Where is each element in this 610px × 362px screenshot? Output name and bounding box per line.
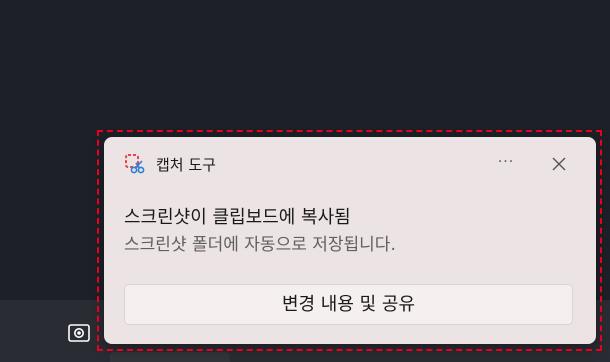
more-options-button[interactable]: ··· [492, 151, 520, 175]
toast-header: 캡처 도구 [124, 153, 216, 175]
edit-and-share-button[interactable]: 변경 내용 및 공유 [124, 284, 573, 325]
app-name: 캡처 도구 [156, 155, 216, 174]
notification-toast: 캡처 도구 ··· 스크린샷이 클립보드에 복사됨 스크린샷 폴더에 자동으로 … [104, 137, 596, 344]
toast-body: 스크린샷 폴더에 자동으로 저장됩니다. [124, 235, 396, 255]
more-options-icon: ··· [497, 154, 515, 170]
toast-title: 스크린샷이 클립보드에 복사됨 [124, 207, 351, 228]
screen-capture-icon[interactable] [68, 324, 90, 342]
close-icon[interactable] [547, 152, 571, 176]
snipping-tool-icon [125, 154, 145, 174]
taskbar-app-indicator [110, 352, 230, 362]
